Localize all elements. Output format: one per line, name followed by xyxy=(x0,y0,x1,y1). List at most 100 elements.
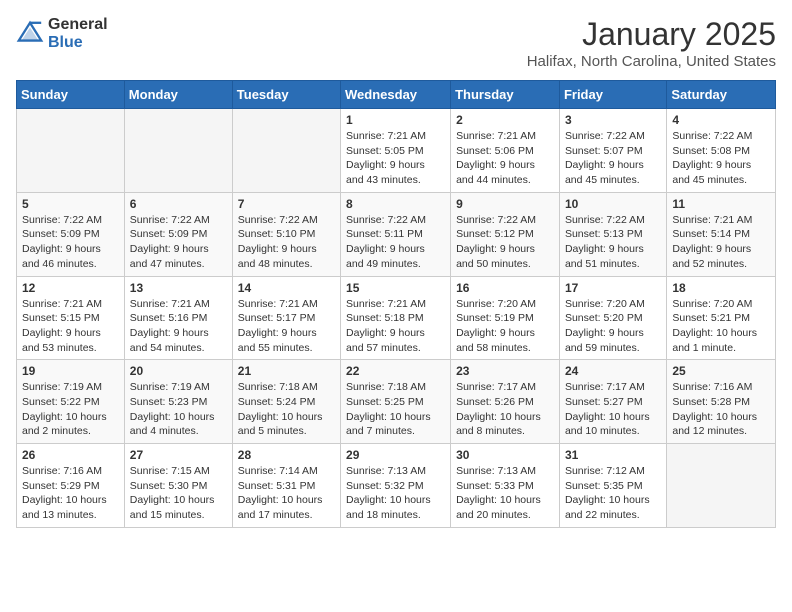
day-info: Sunrise: 7:21 AM Sunset: 5:06 PM Dayligh… xyxy=(456,129,554,188)
calendar-cell: 7 Sunrise: 7:22 AM Sunset: 5:10 PM Daylig… xyxy=(232,192,340,276)
day-info: Sunrise: 7:12 AM Sunset: 5:35 PM Dayligh… xyxy=(565,464,661,523)
weekday-header-saturday: Saturday xyxy=(667,81,776,109)
weekday-header-monday: Monday xyxy=(124,81,232,109)
day-number: 4 xyxy=(672,113,770,127)
day-number: 9 xyxy=(456,197,554,211)
calendar-cell: 26 Sunrise: 7:16 AM Sunset: 5:29 PM Dayli… xyxy=(17,444,125,528)
day-number: 24 xyxy=(565,364,661,378)
day-info: Sunrise: 7:20 AM Sunset: 5:20 PM Dayligh… xyxy=(565,297,661,356)
calendar-table: SundayMondayTuesdayWednesdayThursdayFrid… xyxy=(16,80,776,528)
calendar-week-2: 5 Sunrise: 7:22 AM Sunset: 5:09 PM Daylig… xyxy=(17,192,776,276)
day-number: 17 xyxy=(565,281,661,295)
calendar-cell: 21 Sunrise: 7:18 AM Sunset: 5:24 PM Dayli… xyxy=(232,360,340,444)
day-number: 21 xyxy=(238,364,335,378)
weekday-header-thursday: Thursday xyxy=(451,81,560,109)
day-number: 8 xyxy=(346,197,445,211)
day-info: Sunrise: 7:22 AM Sunset: 5:08 PM Dayligh… xyxy=(672,129,770,188)
day-info: Sunrise: 7:21 AM Sunset: 5:18 PM Dayligh… xyxy=(346,297,445,356)
day-info: Sunrise: 7:22 AM Sunset: 5:12 PM Dayligh… xyxy=(456,213,554,272)
day-info: Sunrise: 7:22 AM Sunset: 5:10 PM Dayligh… xyxy=(238,213,335,272)
day-number: 22 xyxy=(346,364,445,378)
day-number: 5 xyxy=(22,197,119,211)
calendar-cell xyxy=(667,444,776,528)
calendar-cell: 3Sunrise: 7:22 AM Sunset: 5:07 PM Daylig… xyxy=(559,109,666,193)
calendar-cell: 25Sunrise: 7:16 AM Sunset: 5:28 PM Dayli… xyxy=(667,360,776,444)
day-info: Sunrise: 7:16 AM Sunset: 5:29 PM Dayligh… xyxy=(22,464,119,523)
calendar-cell: 20 Sunrise: 7:19 AM Sunset: 5:23 PM Dayli… xyxy=(124,360,232,444)
day-number: 18 xyxy=(672,281,770,295)
calendar-title: January 2025 xyxy=(527,16,776,53)
calendar-cell: 9 Sunrise: 7:22 AM Sunset: 5:12 PM Daylig… xyxy=(451,192,560,276)
day-info: Sunrise: 7:21 AM Sunset: 5:14 PM Dayligh… xyxy=(672,213,770,272)
day-info: Sunrise: 7:18 AM Sunset: 5:25 PM Dayligh… xyxy=(346,380,445,439)
calendar-cell xyxy=(232,109,340,193)
calendar-cell: 1 Sunrise: 7:21 AM Sunset: 5:05 PM Daylig… xyxy=(341,109,451,193)
day-info: Sunrise: 7:22 AM Sunset: 5:09 PM Dayligh… xyxy=(130,213,227,272)
day-info: Sunrise: 7:21 AM Sunset: 5:16 PM Dayligh… xyxy=(130,297,227,356)
day-info: Sunrise: 7:13 AM Sunset: 5:33 PM Dayligh… xyxy=(456,464,554,523)
day-info: Sunrise: 7:22 AM Sunset: 5:11 PM Dayligh… xyxy=(346,213,445,272)
calendar-cell: 17 Sunrise: 7:20 AM Sunset: 5:20 PM Dayli… xyxy=(559,276,666,360)
day-number: 11 xyxy=(672,197,770,211)
day-number: 12 xyxy=(22,281,119,295)
day-number: 20 xyxy=(130,364,227,378)
day-number: 31 xyxy=(565,448,661,462)
calendar-cell: 24Sunrise: 7:17 AM Sunset: 5:27 PM Dayli… xyxy=(559,360,666,444)
day-number: 1 xyxy=(346,113,445,127)
calendar-cell: 29Sunrise: 7:13 AM Sunset: 5:32 PM Dayli… xyxy=(341,444,451,528)
day-number: 7 xyxy=(238,197,335,211)
calendar-cell: 10Sunrise: 7:22 AM Sunset: 5:13 PM Dayli… xyxy=(559,192,666,276)
day-number: 23 xyxy=(456,364,554,378)
day-number: 16 xyxy=(456,281,554,295)
weekday-header-row: SundayMondayTuesdayWednesdayThursdayFrid… xyxy=(17,81,776,109)
calendar-cell: 5 Sunrise: 7:22 AM Sunset: 5:09 PM Daylig… xyxy=(17,192,125,276)
calendar-cell: 27 Sunrise: 7:15 AM Sunset: 5:30 PM Dayli… xyxy=(124,444,232,528)
day-number: 19 xyxy=(22,364,119,378)
day-number: 29 xyxy=(346,448,445,462)
weekday-header-wednesday: Wednesday xyxy=(341,81,451,109)
day-info: Sunrise: 7:21 AM Sunset: 5:05 PM Dayligh… xyxy=(346,129,445,188)
day-number: 25 xyxy=(672,364,770,378)
day-info: Sunrise: 7:15 AM Sunset: 5:30 PM Dayligh… xyxy=(130,464,227,523)
day-info: Sunrise: 7:20 AM Sunset: 5:21 PM Dayligh… xyxy=(672,297,770,356)
calendar-body: 1 Sunrise: 7:21 AM Sunset: 5:05 PM Daylig… xyxy=(17,109,776,528)
day-number: 13 xyxy=(130,281,227,295)
calendar-cell: 13 Sunrise: 7:21 AM Sunset: 5:16 PM Dayli… xyxy=(124,276,232,360)
day-info: Sunrise: 7:21 AM Sunset: 5:17 PM Dayligh… xyxy=(238,297,335,356)
calendar-cell xyxy=(17,109,125,193)
calendar-week-3: 12 Sunrise: 7:21 AM Sunset: 5:15 PM Dayli… xyxy=(17,276,776,360)
day-number: 26 xyxy=(22,448,119,462)
calendar-cell: 14 Sunrise: 7:21 AM Sunset: 5:17 PM Dayli… xyxy=(232,276,340,360)
day-info: Sunrise: 7:21 AM Sunset: 5:15 PM Dayligh… xyxy=(22,297,119,356)
day-number: 30 xyxy=(456,448,554,462)
day-info: Sunrise: 7:17 AM Sunset: 5:26 PM Dayligh… xyxy=(456,380,554,439)
calendar-cell: 16 Sunrise: 7:20 AM Sunset: 5:19 PM Dayli… xyxy=(451,276,560,360)
day-number: 15 xyxy=(346,281,445,295)
day-info: Sunrise: 7:19 AM Sunset: 5:22 PM Dayligh… xyxy=(22,380,119,439)
calendar-week-1: 1 Sunrise: 7:21 AM Sunset: 5:05 PM Daylig… xyxy=(17,109,776,193)
day-info: Sunrise: 7:22 AM Sunset: 5:07 PM Dayligh… xyxy=(565,129,661,188)
day-number: 28 xyxy=(238,448,335,462)
day-number: 14 xyxy=(238,281,335,295)
day-info: Sunrise: 7:19 AM Sunset: 5:23 PM Dayligh… xyxy=(130,380,227,439)
logo-general-text: General xyxy=(48,16,108,34)
calendar-cell: 18 Sunrise: 7:20 AM Sunset: 5:21 PM Dayli… xyxy=(667,276,776,360)
calendar-cell: 2 Sunrise: 7:21 AM Sunset: 5:06 PM Daylig… xyxy=(451,109,560,193)
calendar-cell: 31 Sunrise: 7:12 AM Sunset: 5:35 PM Dayli… xyxy=(559,444,666,528)
day-info: Sunrise: 7:22 AM Sunset: 5:13 PM Dayligh… xyxy=(565,213,661,272)
calendar-cell: 8 Sunrise: 7:22 AM Sunset: 5:11 PM Daylig… xyxy=(341,192,451,276)
day-info: Sunrise: 7:18 AM Sunset: 5:24 PM Dayligh… xyxy=(238,380,335,439)
day-info: Sunrise: 7:22 AM Sunset: 5:09 PM Dayligh… xyxy=(22,213,119,272)
calendar-cell: 6Sunrise: 7:22 AM Sunset: 5:09 PM Daylig… xyxy=(124,192,232,276)
logo-text: General Blue xyxy=(48,16,108,51)
day-info: Sunrise: 7:20 AM Sunset: 5:19 PM Dayligh… xyxy=(456,297,554,356)
calendar-subtitle: Halifax, North Carolina, United States xyxy=(527,53,776,70)
day-number: 27 xyxy=(130,448,227,462)
title-block: January 2025 Halifax, North Carolina, Un… xyxy=(527,16,776,70)
calendar-cell: 11 Sunrise: 7:21 AM Sunset: 5:14 PM Dayli… xyxy=(667,192,776,276)
calendar-week-4: 19 Sunrise: 7:19 AM Sunset: 5:22 PM Dayli… xyxy=(17,360,776,444)
day-info: Sunrise: 7:14 AM Sunset: 5:31 PM Dayligh… xyxy=(238,464,335,523)
calendar-cell: 23 Sunrise: 7:17 AM Sunset: 5:26 PM Dayli… xyxy=(451,360,560,444)
day-number: 2 xyxy=(456,113,554,127)
calendar-cell: 19 Sunrise: 7:19 AM Sunset: 5:22 PM Dayli… xyxy=(17,360,125,444)
